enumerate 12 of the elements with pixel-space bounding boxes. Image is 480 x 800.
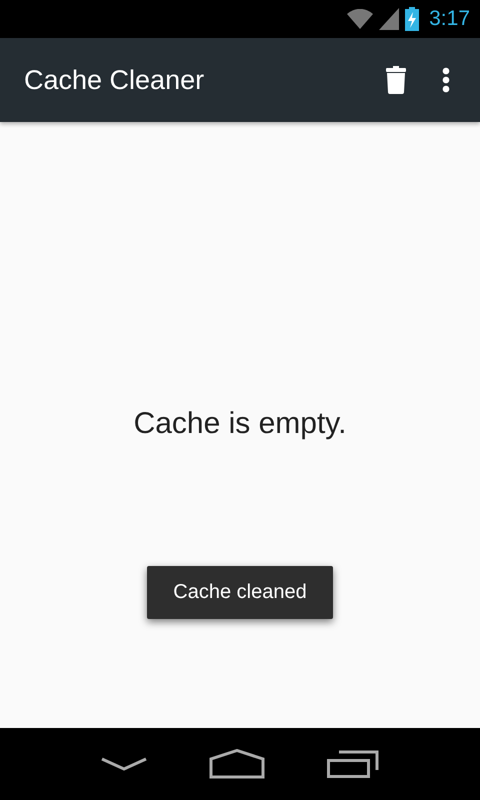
- wifi-icon: [347, 9, 374, 29]
- trash-icon: [386, 66, 406, 94]
- signal-icon: [379, 8, 400, 30]
- recent-apps-button[interactable]: [327, 750, 379, 778]
- toast: Cache cleaned: [147, 566, 333, 619]
- back-button[interactable]: [101, 757, 147, 771]
- battery-icon: [405, 7, 420, 31]
- app-title: Cache Cleaner: [24, 64, 206, 96]
- home-button[interactable]: [209, 749, 265, 779]
- more-icon: [442, 67, 450, 93]
- empty-message: Cache is empty.: [134, 407, 346, 441]
- clock-time: 3:17: [429, 7, 470, 31]
